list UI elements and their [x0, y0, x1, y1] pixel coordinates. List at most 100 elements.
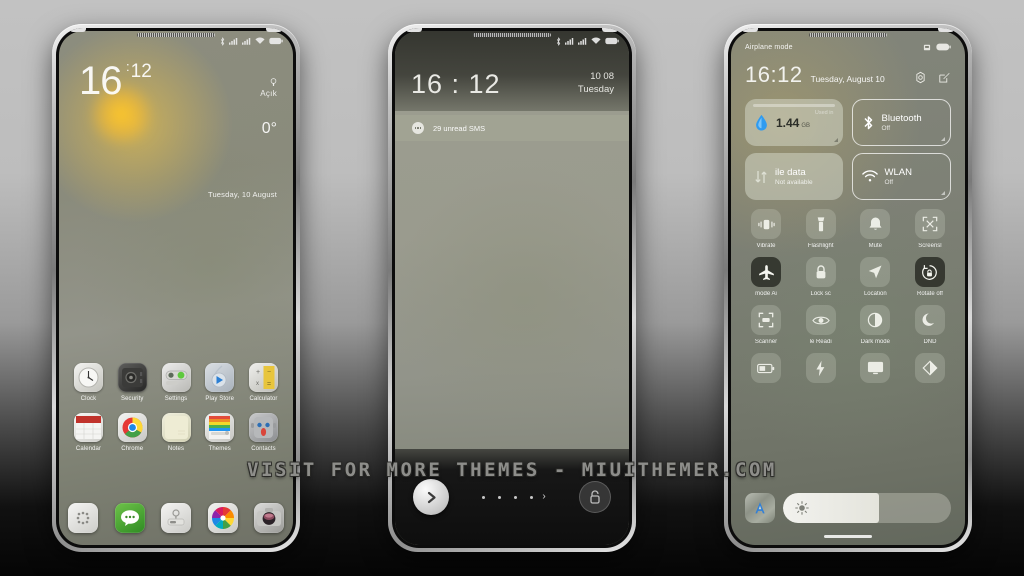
svg-text:−: − [267, 369, 271, 376]
gear-icon[interactable] [914, 71, 927, 84]
security-app-icon [117, 363, 147, 392]
camera-app-icon[interactable] [254, 503, 284, 533]
brightness-icon [795, 501, 809, 515]
notification-row[interactable]: 29 unread SMS [395, 115, 629, 141]
contacts-app-icon [249, 413, 278, 442]
toggle-label: Dark mode [860, 339, 890, 345]
home-clock-widget[interactable]: 16 12 [79, 61, 152, 101]
messages-app-icon[interactable] [114, 503, 145, 533]
toggle-vibrate[interactable]: Vibrate [745, 209, 787, 249]
location-icon [860, 257, 891, 287]
battery-icon [605, 37, 619, 45]
cc-toggle-grid: Vibrate Flashlight Mute Screensl mode Ai… [745, 209, 951, 395]
app-play-store[interactable]: Play Store [199, 363, 240, 402]
settings-app-icon [161, 363, 191, 392]
app-grid: Clock Security Settings Play Store + − x… [68, 363, 284, 463]
lightning-icon [805, 353, 836, 383]
notes-app-icon [161, 413, 191, 442]
tile-mobile-data[interactable]: ile data Not available [745, 153, 843, 200]
toggle-label: Rotate off [917, 291, 943, 297]
gallery-app-icon[interactable] [207, 503, 238, 533]
flashlight-icon [805, 209, 836, 239]
app-label: Notes [167, 446, 185, 452]
app-label: Settings [164, 396, 188, 402]
tile-wlan[interactable]: WLAN Off [851, 153, 951, 200]
calendar-app-icon [74, 413, 103, 442]
wifi-icon [861, 170, 878, 182]
battery-saver-icon [751, 353, 781, 383]
tile-bluetooth[interactable]: Bluetooth Off [851, 99, 951, 146]
toggle-mute[interactable]: Mute [854, 209, 896, 249]
moon-icon [914, 305, 945, 335]
tile-title: Bluetooth [881, 113, 922, 124]
app-calculator[interactable]: + − x = Calculator [243, 363, 284, 402]
toggle-scanner[interactable]: Scanner [745, 305, 787, 345]
app-label: Calendar [75, 446, 102, 452]
weather-condition: Açık [260, 89, 277, 98]
cc-clock: 16:12 [745, 62, 803, 87]
earpiece-grille [809, 33, 887, 37]
bezel-tab-left [70, 28, 86, 32]
resize-corner[interactable] [833, 138, 838, 142]
watermark-text: VISIT FOR MORE THEMES - MIUITHEMER.COM [247, 459, 777, 481]
resize-corner[interactable] [941, 191, 945, 195]
toggle-dark-mode[interactable]: Dark mode [854, 305, 896, 345]
contrast-icon [860, 305, 891, 335]
sun-icon [270, 78, 277, 86]
app-themes[interactable]: Themes [199, 413, 240, 452]
app-calendar[interactable]: Calendar [68, 413, 109, 452]
cc-toggle-row-3: Scanner le Readi Dark mode DND [745, 305, 951, 345]
app-settings[interactable]: Settings [156, 363, 197, 402]
lock-button[interactable] [579, 481, 611, 513]
app-chrome[interactable]: Chrome [112, 413, 153, 452]
toggle-rotate-off[interactable]: Rotate off [909, 257, 951, 297]
rotate-lock-icon [914, 257, 945, 287]
tile-sub: Off [881, 125, 891, 132]
tile-title: WLAN [884, 167, 912, 178]
toggle-lock-screen[interactable]: Lock sc [800, 257, 842, 297]
toggle-power-boost[interactable] [800, 353, 842, 387]
app-notes[interactable]: Notes [156, 413, 197, 452]
app-label: Clock [80, 396, 97, 402]
toggle-reading-mode[interactable]: le Readi [800, 305, 842, 345]
toggle-location[interactable]: Location [854, 257, 896, 297]
toggle-battery-saver[interactable] [745, 353, 787, 387]
brightness-slider[interactable] [783, 493, 951, 523]
toggle-dnd[interactable]: DND [909, 305, 951, 345]
unlock-slider-handle[interactable] [413, 479, 449, 515]
signal-icon [229, 38, 238, 45]
dialer-app-icon[interactable] [68, 503, 98, 533]
earpiece-grille [137, 33, 215, 37]
bezel-tab-left [406, 28, 422, 32]
toggle-flashlight[interactable]: Flashlight [800, 209, 842, 249]
weather-widget[interactable]: Açık 0° [260, 78, 277, 138]
toggle-color-mode[interactable] [909, 353, 951, 387]
resize-corner[interactable] [941, 137, 945, 141]
calculator-app-icon: + − x = [249, 363, 278, 392]
scanner-icon [751, 305, 781, 335]
app-label: Themes [208, 446, 231, 452]
app-row-2: Calendar Chrome Notes Themes Contacts [68, 413, 284, 452]
edit-icon[interactable] [938, 71, 951, 84]
tile-unit: GB [801, 122, 811, 129]
toggle-screenshot[interactable]: Screensl [909, 209, 951, 249]
control-center-status-bar: Airplane mode [731, 40, 965, 54]
app-label: Contacts [251, 446, 276, 452]
app-contacts[interactable]: Contacts [243, 413, 284, 452]
wifi-icon [591, 37, 601, 44]
browser-app-icon[interactable] [161, 503, 191, 533]
dot [417, 127, 419, 129]
toggle-label: le Readi [809, 339, 832, 345]
auto-brightness-icon[interactable] [745, 493, 775, 523]
toggle-cast[interactable] [854, 353, 896, 387]
app-security[interactable]: Security [112, 363, 153, 402]
eye-icon [805, 305, 836, 335]
battery-icon [936, 43, 951, 51]
app-clock[interactable]: Clock [68, 363, 109, 402]
lock-date-weekday: Tuesday [577, 83, 614, 95]
bell-icon [860, 209, 891, 239]
wifi-icon [255, 37, 265, 44]
tile-data-usage[interactable]: Used in 1.44 GB [745, 99, 843, 146]
signal-icon [242, 38, 251, 45]
toggle-airplane-mode[interactable]: mode Ai [745, 257, 787, 297]
